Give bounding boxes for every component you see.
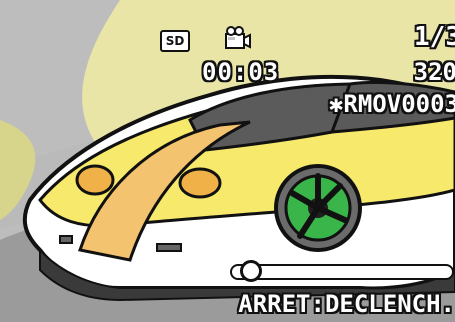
playback-progress-bar [230, 264, 454, 280]
elapsed-time: 00:03 [202, 58, 280, 86]
playback-progress-knob [239, 260, 262, 282]
remaining-count: 320 [413, 58, 455, 86]
camera-playback-screen: SD 00:03 1/3 320 ✱RMOV0003 ARRET:DECLENC… [0, 0, 455, 322]
file-name: ✱RMOV0003 [328, 90, 455, 118]
sd-card-icon: SD [160, 30, 190, 52]
file-counter: 1/3 [414, 22, 455, 52]
stop-hint: ARRET:DECLENCH. [238, 290, 455, 318]
movie-camera-icon [225, 26, 251, 49]
